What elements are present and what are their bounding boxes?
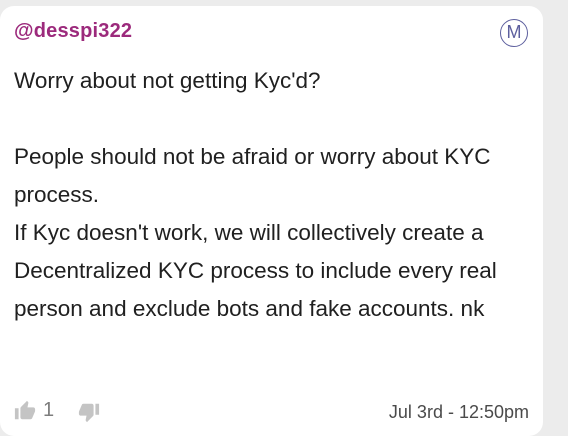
like-count: 1 — [43, 399, 55, 421]
thumbs-down-icon[interactable] — [78, 401, 100, 423]
post-card: @desspi322 M Worry about not getting Kyc… — [0, 6, 543, 436]
post-body: Worry about not getting Kyc'd? People sh… — [14, 68, 497, 321]
post-username[interactable]: @desspi322 — [14, 20, 132, 43]
moderator-badge-icon: M — [500, 19, 528, 47]
post-footer: 1 Jul 3rd - 12:50pm — [14, 398, 529, 424]
post-timestamp: Jul 3rd - 12:50pm — [388, 402, 529, 422]
thumbs-up-icon[interactable] — [14, 400, 36, 422]
